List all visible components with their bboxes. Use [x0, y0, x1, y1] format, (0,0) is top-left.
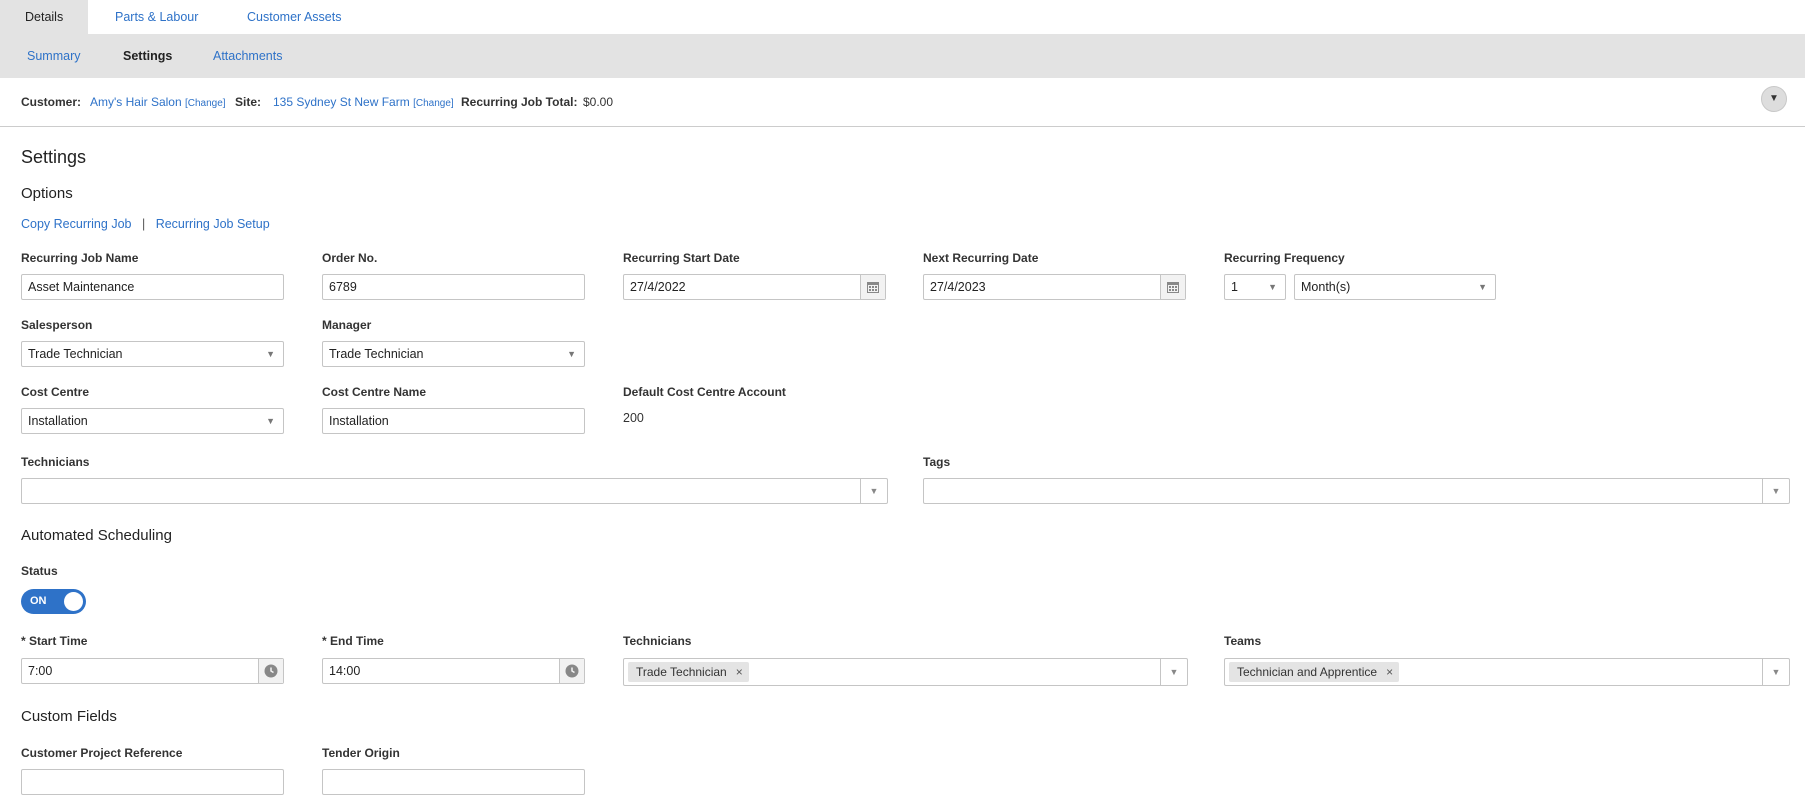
start-time-label: * Start Time	[21, 634, 88, 648]
chevron-down-icon: ▼	[1478, 282, 1487, 292]
subtab-attachments[interactable]: Attachments	[213, 34, 282, 78]
subtab-summary[interactable]: Summary	[27, 34, 80, 78]
chevron-down-icon: ▼	[1769, 93, 1779, 104]
top-tab-bar: Details Parts & Labour Customer Assets	[0, 0, 1805, 34]
default-account-label: Default Cost Centre Account	[623, 385, 786, 399]
chevron-down-icon: ▼	[266, 349, 275, 359]
manager-label: Manager	[322, 318, 372, 332]
frequency-unit-value: Month(s)	[1301, 280, 1351, 294]
start-date-value: 27/4/2022	[630, 280, 686, 294]
technician-chip-label: Trade Technician	[636, 665, 727, 679]
customer-label: Customer:	[21, 95, 82, 109]
technician-chip: Trade Technician ×	[628, 662, 749, 682]
default-account-value: 200	[623, 411, 644, 425]
cost-centre-name-label: Cost Centre Name	[322, 385, 427, 399]
chevron-down-icon[interactable]: ▼	[1762, 479, 1789, 503]
end-time-value: 14:00	[329, 664, 361, 678]
frequency-number-select[interactable]: 1 ▼	[1224, 274, 1286, 300]
copy-recurring-job-link[interactable]: Copy Recurring Job	[21, 217, 131, 231]
frequency-label: Recurring Frequency	[1224, 251, 1345, 265]
scheduling-technicians-multiselect[interactable]: Trade Technician × ▼	[623, 658, 1188, 686]
job-name-label: Recurring Job Name	[21, 251, 139, 265]
next-date-value: 27/4/2023	[930, 280, 986, 294]
chevron-down-icon[interactable]: ▼	[1160, 659, 1187, 685]
tender-origin-label: Tender Origin	[322, 746, 400, 760]
start-time-value: 7:00	[28, 664, 53, 678]
page-title: Settings	[21, 147, 87, 167]
customer-link[interactable]: Amy's Hair Salon	[90, 95, 182, 109]
team-chip-label: Technician and Apprentice	[1237, 665, 1378, 679]
chevron-down-icon: ▼	[567, 349, 576, 359]
cost-centre-label: Cost Centre	[21, 385, 90, 399]
total-value: $0.00	[583, 95, 614, 109]
chevron-down-icon[interactable]: ▼	[1762, 659, 1789, 685]
cost-centre-name-input[interactable]	[322, 408, 585, 434]
tab-details[interactable]: Details	[0, 0, 89, 34]
order-no-label: Order No.	[322, 251, 378, 265]
status-label: Status	[21, 564, 58, 578]
custom-fields-heading: Custom Fields	[21, 708, 117, 725]
tab-customer-assets[interactable]: Customer Assets	[222, 0, 366, 34]
chevron-down-icon: ▼	[266, 416, 275, 426]
tender-origin-input[interactable]	[322, 769, 585, 795]
options-heading: Options	[21, 185, 73, 202]
frequency-unit-select[interactable]: Month(s) ▼	[1294, 274, 1496, 300]
site-link[interactable]: 135 Sydney St New Farm	[273, 95, 410, 109]
manager-select[interactable]: Trade Technician ▼	[322, 341, 585, 367]
order-no-input[interactable]	[322, 274, 585, 300]
start-time-picker[interactable]: 7:00	[21, 658, 284, 684]
subtab-settings[interactable]: Settings	[123, 34, 172, 78]
end-time-label: * End Time	[322, 634, 384, 648]
toggle-knob	[64, 592, 83, 611]
team-chip: Technician and Apprentice ×	[1229, 662, 1400, 682]
sub-tab-bar: Summary Settings Attachments	[0, 34, 1805, 78]
tags-multiselect[interactable]: ▼	[923, 478, 1790, 504]
cost-centre-value: Installation	[28, 414, 88, 428]
frequency-number-value: 1	[1231, 280, 1238, 294]
technicians-label: Technicians	[21, 455, 90, 469]
link-separator: |	[141, 217, 146, 231]
clock-icon[interactable]	[559, 659, 584, 683]
tab-parts-labour[interactable]: Parts & Labour	[90, 0, 223, 34]
end-time-picker[interactable]: 14:00	[322, 658, 585, 684]
tags-label: Tags	[923, 455, 951, 469]
clock-icon[interactable]	[258, 659, 283, 683]
start-date-picker[interactable]: 27/4/2022	[623, 274, 886, 300]
change-customer-link[interactable]: [Change]	[185, 98, 226, 109]
collapse-toggle-button[interactable]: ▼	[1761, 86, 1787, 112]
remove-chip-icon[interactable]: ×	[1386, 662, 1393, 682]
teams-multiselect[interactable]: Technician and Apprentice × ▼	[1224, 658, 1790, 686]
job-info-bar: Customer: Amy's Hair Salon [Change] Site…	[0, 78, 1805, 127]
scheduling-technicians-label: Technicians	[623, 634, 692, 648]
recurring-job-setup-link[interactable]: Recurring Job Setup	[156, 217, 270, 231]
technicians-multiselect[interactable]: ▼	[21, 478, 888, 504]
change-site-link[interactable]: [Change]	[413, 98, 454, 109]
next-date-picker[interactable]: 27/4/2023	[923, 274, 1186, 300]
chevron-down-icon[interactable]: ▼	[860, 479, 887, 503]
cost-centre-select[interactable]: Installation ▼	[21, 408, 284, 434]
automated-scheduling-heading: Automated Scheduling	[21, 527, 172, 544]
next-date-label: Next Recurring Date	[923, 251, 1039, 265]
chevron-down-icon: ▼	[1268, 282, 1277, 292]
salesperson-value: Trade Technician	[28, 347, 123, 361]
salesperson-select[interactable]: Trade Technician ▼	[21, 341, 284, 367]
project-ref-label: Customer Project Reference	[21, 746, 183, 760]
total-label: Recurring Job Total:	[461, 95, 578, 109]
site-label: Site:	[235, 95, 262, 109]
status-toggle-text: ON	[30, 595, 47, 607]
status-toggle[interactable]: ON	[21, 589, 86, 614]
calendar-icon[interactable]	[860, 275, 885, 299]
salesperson-label: Salesperson	[21, 318, 93, 332]
start-date-label: Recurring Start Date	[623, 251, 740, 265]
remove-chip-icon[interactable]: ×	[736, 662, 743, 682]
manager-value: Trade Technician	[329, 347, 424, 361]
job-name-input[interactable]	[21, 274, 284, 300]
teams-label: Teams	[1224, 634, 1262, 648]
calendar-icon[interactable]	[1160, 275, 1185, 299]
project-ref-input[interactable]	[21, 769, 284, 795]
